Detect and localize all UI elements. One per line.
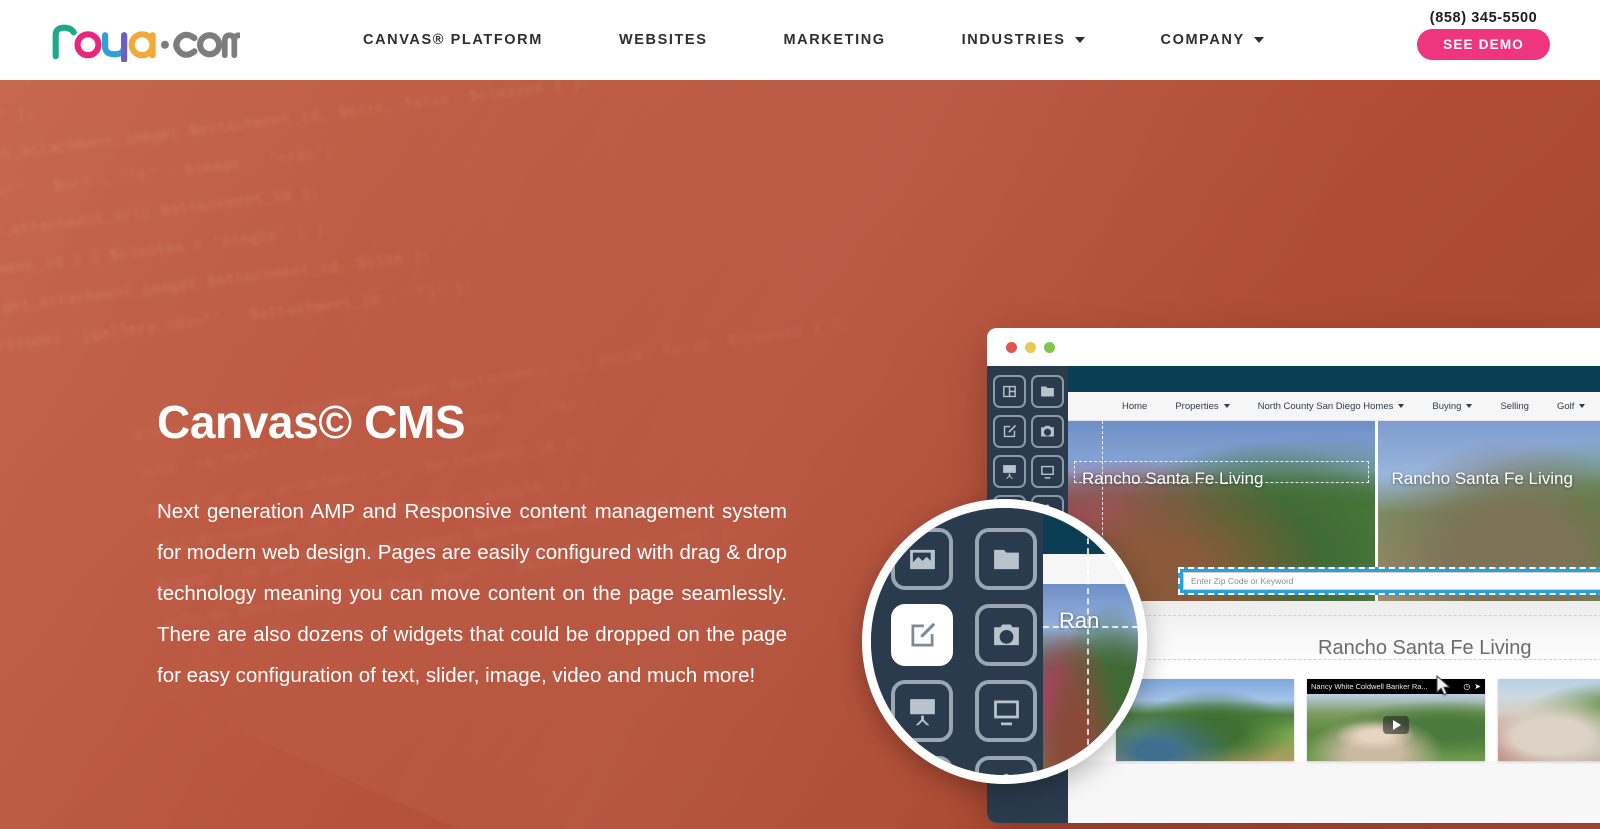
hero-section: $attachment_id = get_post_thumbnail_id()…	[0, 80, 1600, 829]
nav-item-label: INDUSTRIES	[961, 32, 1066, 48]
preview-section-heading: Rancho Santa Fe Living	[1318, 637, 1532, 659]
preview-card-row: Nancy White Coldwell Banker Ra... ◷ ➤	[1068, 671, 1600, 761]
widget-camera-icon[interactable]	[1031, 415, 1064, 448]
magnified-anchor-icon[interactable]	[975, 756, 1037, 775]
widget-edit-icon[interactable]	[993, 415, 1026, 448]
preview-nav-north-county[interactable]: North County San Diego Homes	[1244, 401, 1419, 412]
preview-card-image[interactable]	[1116, 679, 1294, 761]
preview-nav-properties[interactable]: Properties	[1161, 401, 1243, 412]
code-line: echo '<a href="' . $url . '">' . $image …	[0, 144, 335, 217]
mouse-cursor-icon	[1436, 675, 1451, 696]
chevron-down-icon	[1398, 404, 1405, 408]
page-title: Canvas© CMS	[157, 396, 466, 448]
video-play-button[interactable]	[1383, 715, 1409, 734]
video-titlebar: Nancy White Coldwell Banker Ra... ◷ ➤	[1307, 679, 1485, 694]
code-line: if ( $attachment_id ) { $classes = 'sing…	[0, 220, 335, 293]
window-minimize-dot-icon[interactable]	[1025, 341, 1036, 353]
nav-item-label: WEBSITES	[618, 32, 708, 48]
preview-nav-golf[interactable]: Golf	[1543, 401, 1599, 412]
window-maximize-dot-icon[interactable]	[1044, 341, 1055, 353]
magnifier-content: Ran	[871, 508, 1138, 775]
main-navigation: CANVAS® PLATFORM WEBSITES MARKETING INDU…	[325, 32, 1302, 48]
magnified-widget-rail	[871, 508, 1043, 775]
magnified-slideshow-icon[interactable]	[891, 680, 953, 742]
magnified-preview: Ran	[1043, 508, 1138, 775]
nav-item-marketing[interactable]: MARKETING	[745, 32, 923, 48]
property-search-widget[interactable]: Enter Zip Code or Keyword	[1178, 567, 1600, 595]
code-line: $image = wp_get_attachment_image( $attac…	[0, 80, 592, 179]
edited-website-preview: Home Properties North County San Diego H…	[1068, 366, 1600, 823]
hero-copy-block: Canvas© CMS Next generation AMP and Resp…	[157, 395, 787, 696]
magnified-caption: Ran	[1059, 608, 1100, 633]
phone-number-link[interactable]: (858) 345-5500	[1430, 10, 1538, 26]
preview-nav-label: Golf	[1556, 400, 1575, 412]
nav-item-label: CANVAS® PLATFORM	[363, 32, 543, 48]
preview-nav-selling[interactable]: Selling	[1486, 401, 1543, 412]
play-triangle-icon	[1393, 719, 1401, 730]
zip-keyword-input[interactable]: Enter Zip Code or Keyword	[1183, 572, 1600, 590]
hero-description: Next generation AMP and Responsive conte…	[157, 500, 787, 687]
preview-topbar	[1068, 366, 1600, 392]
nav-item-company[interactable]: COMPANY	[1123, 32, 1302, 48]
widget-dashboard-icon[interactable]	[1031, 455, 1064, 488]
preview-nav-label: Home	[1122, 400, 1148, 412]
preview-hero-slider: Rancho Santa Fe Living Rancho Santa Fe L…	[1068, 421, 1600, 696]
code-line: $url = wp_get_attachment_url( $attachmen…	[0, 184, 321, 255]
roya-logo[interactable]	[50, 18, 240, 62]
slide-caption: Rancho Santa Fe Living	[1082, 469, 1264, 488]
widget-slideshow-icon[interactable]	[993, 455, 1026, 488]
preview-nav-buying[interactable]: Buying	[1418, 401, 1486, 412]
widget-folder-icon[interactable]	[1031, 375, 1064, 408]
browser-titlebar	[987, 328, 1600, 366]
chevron-down-icon	[1074, 37, 1085, 43]
preview-nav-label: Properties	[1175, 400, 1219, 412]
chevron-down-icon	[1253, 37, 1264, 43]
preview-card-image[interactable]	[1498, 679, 1600, 761]
code-line: $size = 'large' );	[0, 104, 37, 141]
preview-navigation: Home Properties North County San Diego H…	[1068, 392, 1600, 421]
preview-nav-label: Buying	[1432, 400, 1462, 412]
chevron-down-icon	[1466, 404, 1473, 408]
layout-guide	[1068, 615, 1600, 616]
nav-item-canvas-platform[interactable]: CANVAS® PLATFORM	[325, 32, 581, 48]
nav-item-websites[interactable]: WEBSITES	[581, 32, 746, 48]
slide-caption: Rancho Santa Fe Living	[1391, 469, 1573, 488]
magnified-navbar	[1043, 554, 1138, 584]
nav-item-label: MARKETING	[783, 32, 886, 48]
magnified-guide-vertical	[1087, 508, 1089, 775]
preview-section-band: Rancho Santa Fe Living	[1068, 601, 1600, 671]
magnified-folder-icon[interactable]	[975, 528, 1037, 590]
widget-layout-icon[interactable]	[993, 375, 1026, 408]
magnified-edit-icon[interactable]	[891, 604, 953, 666]
preview-card-video[interactable]: Nancy White Coldwell Banker Ra... ◷ ➤	[1307, 679, 1485, 761]
magnified-image-icon-2[interactable]	[891, 756, 953, 775]
window-close-dot-icon[interactable]	[1006, 341, 1017, 353]
magnified-topbar	[1043, 508, 1138, 554]
nav-item-industries[interactable]: INDUSTRIES	[924, 32, 1123, 48]
nav-item-label: COMPANY	[1160, 32, 1245, 48]
watch-later-icon[interactable]: ◷	[1463, 682, 1470, 691]
code-line: $image = wp_get_attachment_image( $attac…	[0, 247, 433, 330]
roya-logo-icon	[52, 24, 240, 62]
preview-nav-label: Selling	[1500, 400, 1529, 412]
header-contact-group: (858) 345-5500 SEE DEMO	[1417, 10, 1550, 60]
site-header: CANVAS® PLATFORM WEBSITES MARKETING INDU…	[0, 0, 1600, 80]
magnified-camera-icon[interactable]	[975, 604, 1037, 666]
chevron-down-icon	[1223, 404, 1230, 408]
magnified-image-icon[interactable]	[891, 528, 953, 590]
chevron-down-icon	[1579, 404, 1586, 408]
code-line: echo do_shortcode( '[gallery ids="' . $a…	[0, 280, 475, 368]
share-icon[interactable]: ➤	[1474, 682, 1481, 691]
see-demo-button[interactable]: SEE DEMO	[1417, 29, 1550, 60]
preview-nav-home[interactable]: Home	[1108, 401, 1161, 412]
code-line: $attachment_id = get_post_thumbnail_id()…	[0, 80, 906, 104]
magnified-dashboard-icon[interactable]	[975, 680, 1037, 742]
magnifier-lens: Ran	[862, 499, 1147, 784]
preview-nav-label: North County San Diego Homes	[1257, 400, 1394, 412]
